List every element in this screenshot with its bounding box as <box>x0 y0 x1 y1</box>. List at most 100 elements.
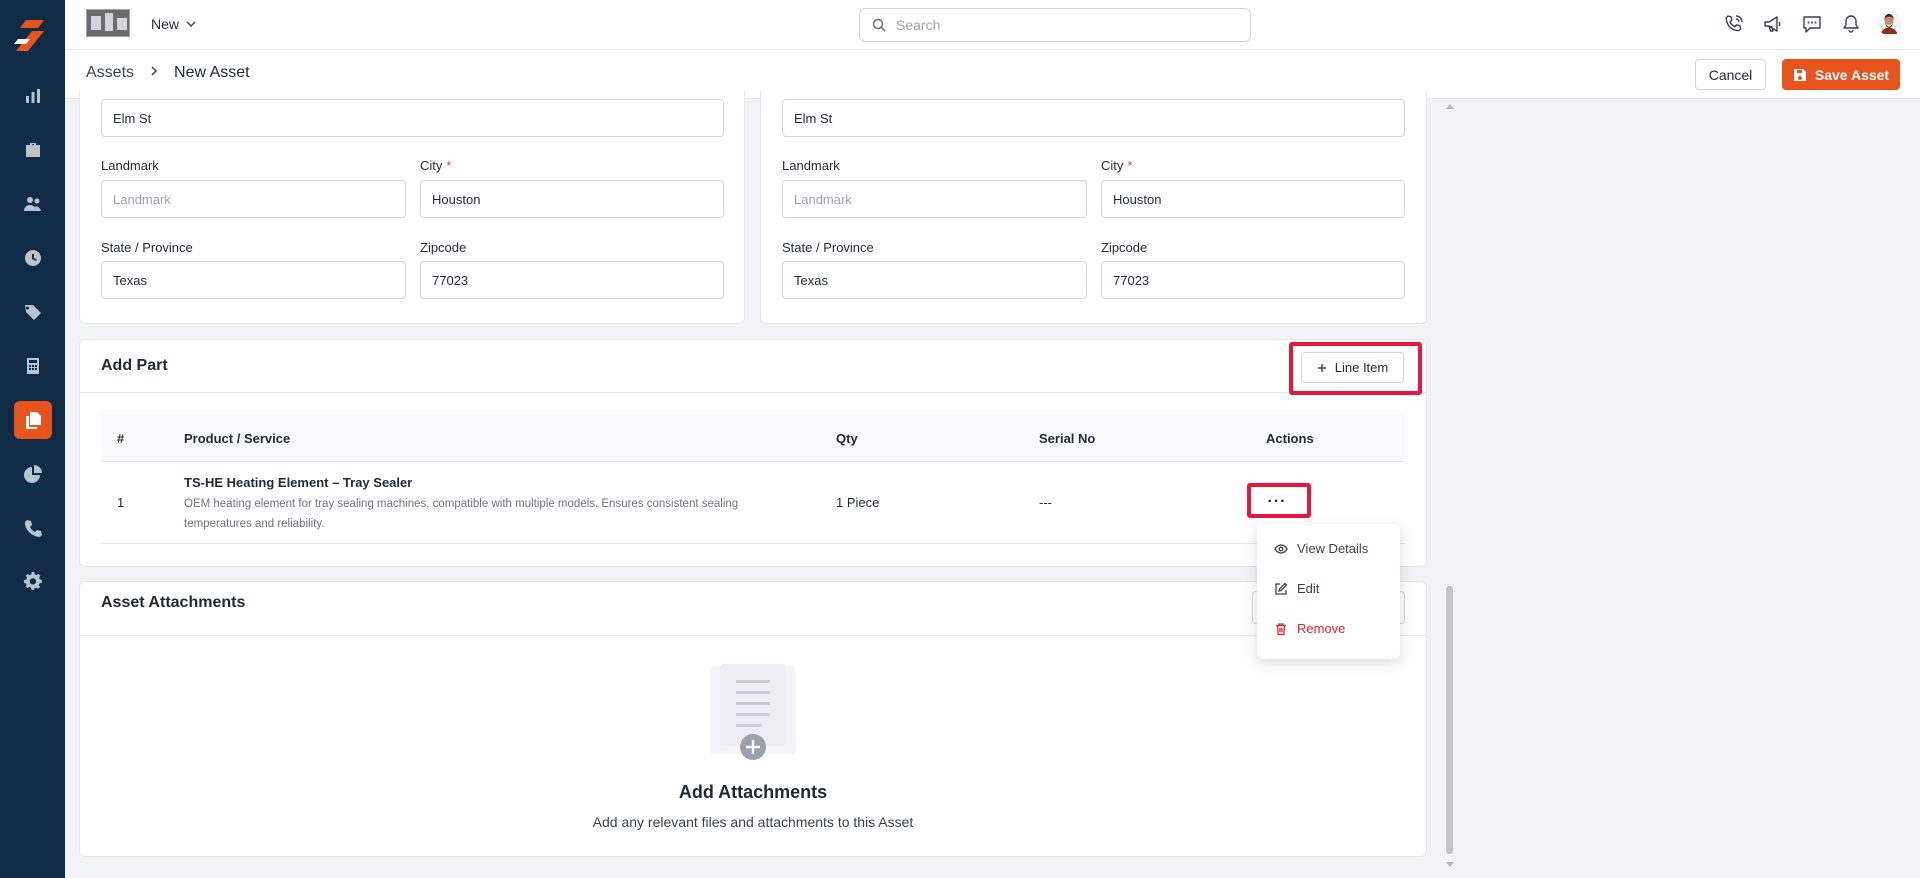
street-field-right[interactable]: Elm St <box>782 99 1405 137</box>
zipcode-field-right[interactable]: 77023 <box>1101 261 1405 299</box>
state-label: State / Province <box>101 240 193 255</box>
logo-icon[interactable] <box>14 18 50 54</box>
city-label: City * <box>420 158 451 173</box>
add-part-title: Add Part <box>101 357 168 374</box>
users-icon <box>24 197 41 211</box>
city-field-right[interactable]: Houston <box>1101 180 1405 218</box>
zipcode-field[interactable]: 77023 <box>420 261 724 299</box>
row-index: 1 <box>117 495 125 510</box>
col-index: # <box>117 431 125 446</box>
remove-label: Remove <box>1297 621 1346 636</box>
top-bar: New <box>65 0 1920 50</box>
city-label-text-right: City <box>1101 158 1124 173</box>
city-field[interactable]: Houston <box>420 180 724 218</box>
clock-icon <box>25 250 41 266</box>
save-asset-button[interactable]: Save Asset <box>1782 59 1900 90</box>
user-avatar[interactable] <box>1878 12 1902 36</box>
attachments-title: Asset Attachments <box>101 594 246 611</box>
nav-calls[interactable] <box>14 509 52 547</box>
highlight-box <box>1289 342 1422 395</box>
eye-icon <box>1274 543 1288 554</box>
search-box[interactable] <box>859 8 1251 42</box>
zipcode-label: Zipcode <box>420 240 467 255</box>
edit-icon <box>1275 582 1288 595</box>
trash-icon <box>1276 622 1286 635</box>
nav-settings[interactable] <box>14 563 52 601</box>
company-logo-thumbnail[interactable] <box>86 9 130 37</box>
landmark-field[interactable]: Landmark <box>101 180 406 218</box>
divider <box>80 635 1426 636</box>
tag-icon <box>25 305 41 320</box>
top-actions <box>1722 12 1902 36</box>
new-dropdown[interactable]: New <box>151 16 196 32</box>
phone-icon <box>24 520 42 537</box>
view-details-label: View Details <box>1297 541 1369 556</box>
page-scrollbar[interactable] <box>1444 100 1456 872</box>
notifications-button[interactable] <box>1839 12 1863 36</box>
parts-table-header: # Product / Service Qty Serial No Action… <box>101 415 1405 462</box>
phone-call-icon <box>1725 15 1743 32</box>
zipcode-label-right: Zipcode <box>1101 240 1148 255</box>
nav-jobs[interactable] <box>14 131 52 169</box>
messages-button[interactable] <box>1800 12 1824 36</box>
megaphone-icon <box>1764 16 1781 32</box>
new-label: New <box>151 16 180 32</box>
avatar-image <box>1880 13 1898 34</box>
product-name: TS-HE Heating Element – Tray Sealer <box>184 475 413 490</box>
city-label-text: City <box>420 158 443 173</box>
save-icon <box>1793 68 1806 81</box>
state-field-right[interactable]: Texas <box>782 261 1087 299</box>
menu-view-details[interactable]: View Details <box>1274 541 1368 556</box>
scroll-thumb[interactable] <box>1446 586 1453 854</box>
divider <box>80 392 1426 393</box>
page-title: New Asset <box>174 64 250 81</box>
chevron-down-icon <box>186 21 196 28</box>
state-label-right: State / Province <box>782 240 874 255</box>
menu-edit[interactable]: Edit <box>1274 581 1319 596</box>
nav-pricing[interactable] <box>14 293 52 331</box>
empty-state-title: Add Attachments <box>678 782 828 802</box>
scroll-down-icon[interactable] <box>1445 859 1455 869</box>
nav-assets[interactable] <box>14 401 52 439</box>
product-description: OEM heating element for tray sealing mac… <box>184 498 739 530</box>
search-input[interactable] <box>896 17 1226 33</box>
required-mark: * <box>446 158 452 173</box>
documents-icon <box>26 412 41 429</box>
announcements-button[interactable] <box>1761 12 1785 36</box>
menu-remove[interactable]: Remove <box>1274 621 1345 636</box>
empty-state-subtitle: Add any relevant files and attachments t… <box>592 814 914 830</box>
row-qty: 1 Piece <box>836 495 880 510</box>
gear-icon <box>23 572 42 590</box>
col-actions: Actions <box>1266 431 1314 446</box>
phone-call-button[interactable] <box>1722 12 1746 36</box>
landmark-label-right: Landmark <box>782 158 840 173</box>
state-field[interactable]: Texas <box>101 261 406 299</box>
document-add-icon <box>710 664 796 760</box>
row-serial: --- <box>1039 495 1052 510</box>
nav-customers[interactable] <box>14 185 52 223</box>
required-mark: * <box>1127 158 1133 173</box>
nav-reports[interactable] <box>14 455 52 493</box>
col-qty: Qty <box>836 431 858 446</box>
landmark-label: Landmark <box>101 158 159 173</box>
cancel-button[interactable]: Cancel <box>1695 59 1766 90</box>
search-icon <box>872 18 886 32</box>
calculator-icon <box>27 358 39 374</box>
highlight-box <box>1247 483 1311 518</box>
save-asset-label: Save Asset <box>1814 66 1890 83</box>
nav-dashboard[interactable] <box>14 77 52 115</box>
breadcrumb-assets-link[interactable]: Assets <box>86 64 134 82</box>
scroll-up-icon[interactable] <box>1445 102 1455 112</box>
col-serial: Serial No <box>1039 431 1096 446</box>
breadcrumb: Assets New Asset <box>86 64 250 82</box>
nav-invoices[interactable] <box>14 347 52 385</box>
landmark-field-right[interactable]: Landmark <box>782 180 1087 218</box>
row-divider <box>101 543 1405 544</box>
nav-timesheet[interactable] <box>14 239 52 277</box>
chat-icon <box>1803 16 1821 33</box>
col-product: Product / Service <box>184 431 291 446</box>
sidebar <box>0 0 65 878</box>
street-field[interactable]: Elm St <box>101 99 724 137</box>
chart-icon <box>26 89 40 103</box>
city-label-right: City * <box>1101 158 1132 173</box>
